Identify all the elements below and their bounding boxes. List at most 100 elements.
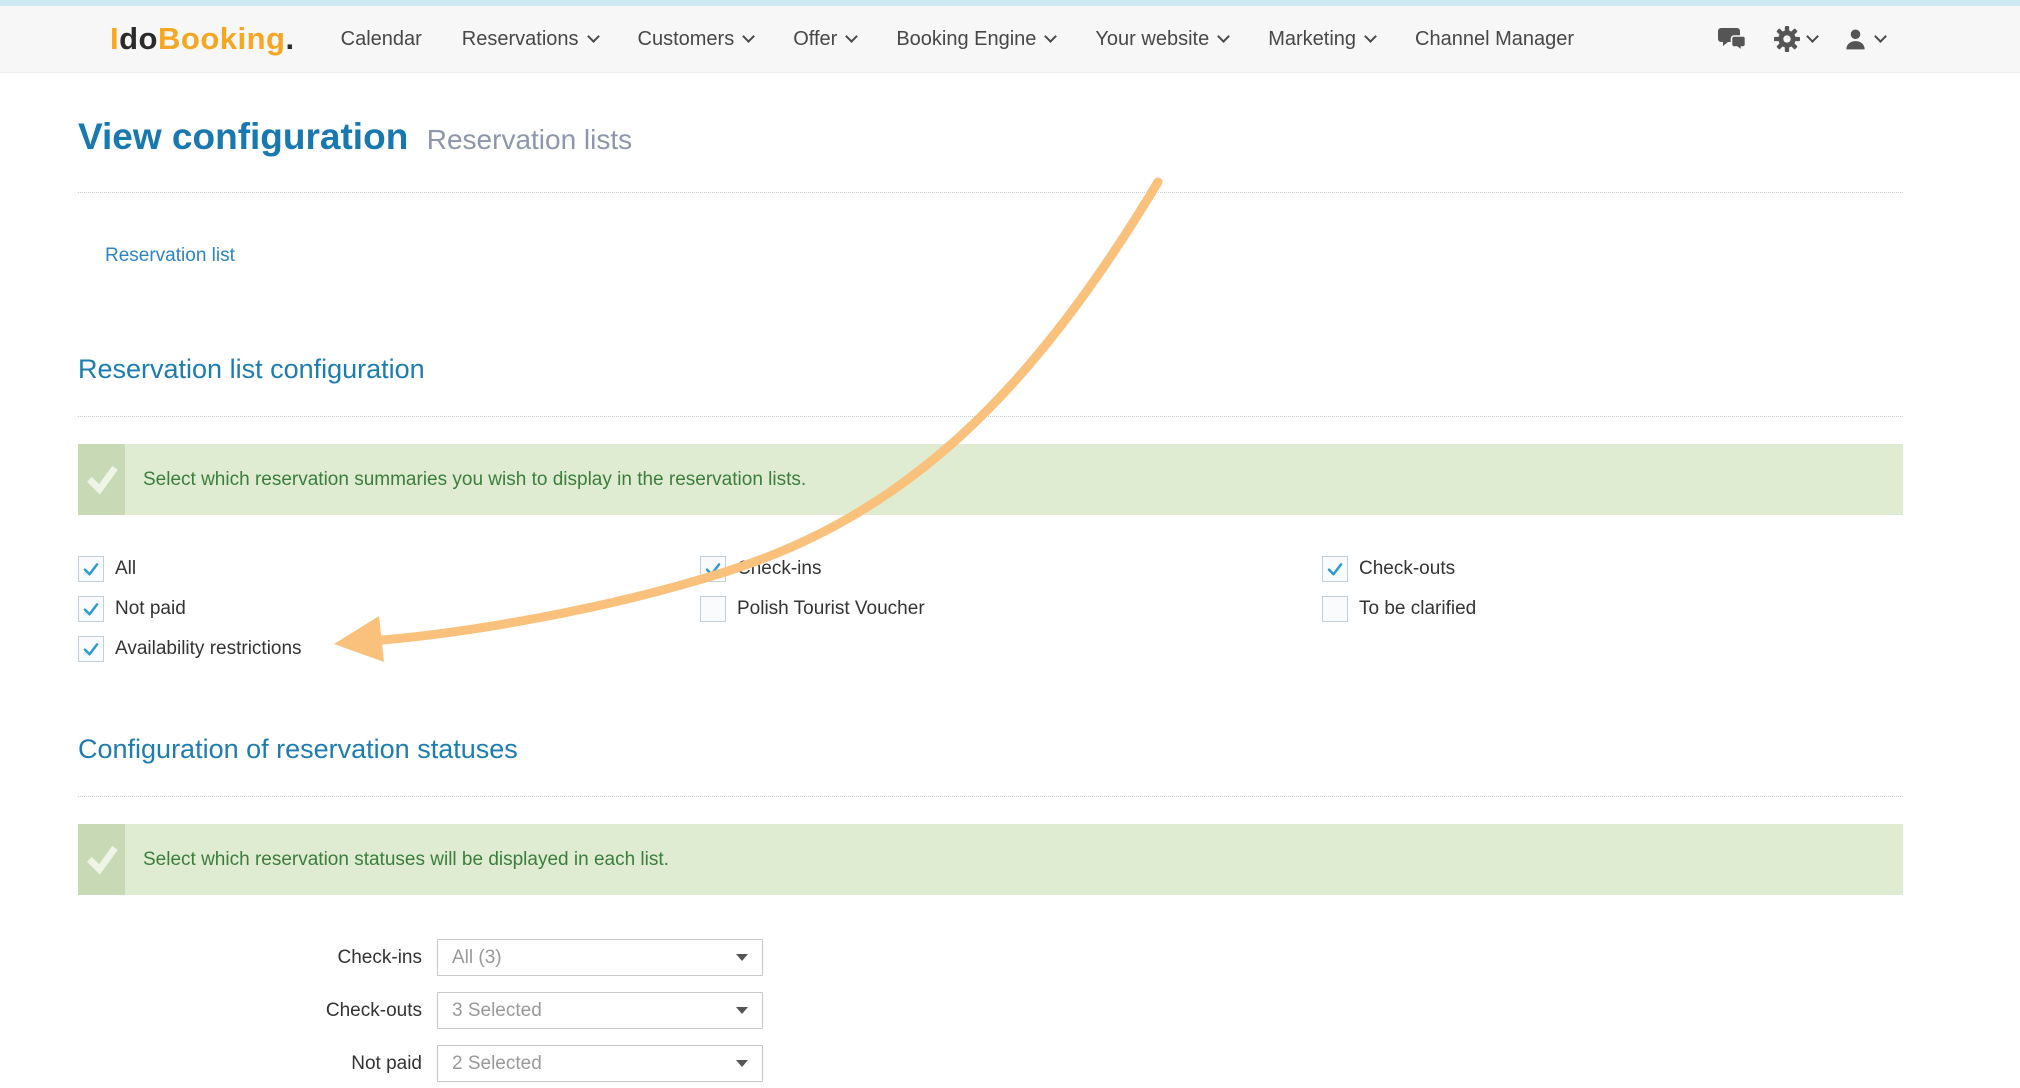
divider <box>78 192 1903 193</box>
logo-part: do <box>119 21 158 56</box>
checkbox-row: Check-outs <box>1322 556 1903 582</box>
banner-text: Select which reservation statuses will b… <box>125 824 669 895</box>
checkbox-row: To be clarified <box>1322 596 1903 622</box>
nav-item-your-website[interactable]: Your website <box>1095 28 1228 51</box>
checkbox-label: Polish Tourist Voucher <box>737 598 925 620</box>
nav-items: Calendar Reservations Customers Offer Bookin… <box>341 28 1574 51</box>
info-banner-statuses: Select which reservation statuses will b… <box>78 824 1903 895</box>
checkmark-icon <box>82 600 100 618</box>
dropdown-not-paid[interactable]: 2 Selected <box>437 1045 763 1082</box>
checkbox-label: To be clarified <box>1359 598 1476 620</box>
dropdown-value: 2 Selected <box>452 1053 542 1075</box>
checkbox-column: Check-ins Polish Tourist Voucher <box>700 556 1322 676</box>
checkbox-row: Not paid <box>78 596 700 622</box>
nav-item-customers[interactable]: Customers <box>638 28 754 51</box>
divider <box>78 796 1903 797</box>
chevron-down-icon <box>742 30 755 43</box>
chevron-down-icon <box>587 30 600 43</box>
settings-button[interactable] <box>1774 26 1817 52</box>
dropdown-caret-icon <box>736 1060 748 1067</box>
dropdown-check-ins[interactable]: All (3) <box>437 939 763 976</box>
nav-item-label: Channel Manager <box>1415 28 1574 51</box>
logo[interactable]: IdoBooking. <box>110 21 295 57</box>
dropdown-caret-icon <box>736 1007 748 1014</box>
main-content: View configuration Reservation lists Res… <box>78 117 1903 1082</box>
checkbox-not-paid[interactable] <box>78 596 104 622</box>
status-row: Check-outs 3 Selected <box>78 992 1903 1029</box>
checkmark-icon <box>82 560 100 578</box>
chevron-down-icon <box>1874 30 1887 43</box>
nav-item-booking-engine[interactable]: Booking Engine <box>896 28 1055 51</box>
banner-checkmark-icon <box>78 824 125 895</box>
top-navbar: IdoBooking. Calendar Reservations Customer… <box>0 6 2020 73</box>
dropdown-label: Check-ins <box>78 947 422 969</box>
checkbox-column: All Not paid Availability restrictions <box>78 556 700 676</box>
nav-item-label: Booking Engine <box>896 28 1036 51</box>
messages-button[interactable] <box>1718 26 1748 52</box>
nav-item-offer[interactable]: Offer <box>793 28 856 51</box>
checkbox-label: All <box>115 558 136 580</box>
chevron-down-icon <box>1364 30 1377 43</box>
section-heading-statuses: Configuration of reservation statuses <box>78 733 1903 766</box>
nav-item-label: Offer <box>793 28 837 51</box>
nav-item-label: Marketing <box>1268 28 1356 51</box>
nav-item-label: Your website <box>1095 28 1209 51</box>
checkbox-to-be-clarified[interactable] <box>1322 596 1348 622</box>
nav-item-channel-manager[interactable]: Channel Manager <box>1415 28 1574 51</box>
divider <box>78 416 1903 417</box>
checkbox-all[interactable] <box>78 556 104 582</box>
chevron-down-icon <box>1045 30 1058 43</box>
chevron-down-icon <box>845 30 858 43</box>
checkbox-polish-tourist-voucher[interactable] <box>700 596 726 622</box>
section-heading-summaries: Reservation list configuration <box>78 353 1903 386</box>
dropdown-label: Not paid <box>78 1053 422 1075</box>
nav-item-calendar[interactable]: Calendar <box>341 28 422 51</box>
dropdown-value: All (3) <box>452 947 502 969</box>
status-dropdowns: Check-ins All (3) Check-outs 3 Selected Not … <box>78 939 1903 1082</box>
checkmark-icon <box>704 560 722 578</box>
status-row: Not paid 2 Selected <box>78 1045 1903 1082</box>
checkbox-label: Not paid <box>115 598 186 620</box>
page-title: View configuration <box>78 116 408 157</box>
nav-item-label: Calendar <box>341 28 422 51</box>
nav-item-label: Customers <box>638 28 735 51</box>
settings-icon <box>1774 26 1800 52</box>
dropdown-caret-icon <box>736 954 748 961</box>
tab-reservation-list[interactable]: Reservation list <box>105 245 235 267</box>
logo-part: I <box>110 21 119 56</box>
chevron-down-icon <box>1217 30 1230 43</box>
checkbox-row: Check-ins <box>700 556 1322 582</box>
banner-checkmark-icon <box>78 444 125 515</box>
chevron-down-icon <box>1806 30 1819 43</box>
dropdown-value: 3 Selected <box>452 1000 542 1022</box>
checkbox-row: Polish Tourist Voucher <box>700 596 1322 622</box>
page-subtitle: Reservation lists <box>427 124 632 155</box>
nav-icons <box>1718 26 1885 52</box>
dropdown-label: Check-outs <box>78 1000 422 1022</box>
logo-part: . <box>286 21 295 56</box>
checkbox-row: Availability restrictions <box>78 636 700 662</box>
title-row: View configuration Reservation lists <box>78 117 1903 165</box>
info-banner-summaries: Select which reservation summaries you w… <box>78 444 1903 515</box>
account-icon <box>1843 27 1868 52</box>
checkbox-check-ins[interactable] <box>700 556 726 582</box>
checkmark-icon <box>82 640 100 658</box>
checkbox-label: Availability restrictions <box>115 638 302 660</box>
dropdown-check-outs[interactable]: 3 Selected <box>437 992 763 1029</box>
checkbox-availability-restrictions[interactable] <box>78 636 104 662</box>
nav-item-label: Reservations <box>462 28 579 51</box>
checkbox-label: Check-outs <box>1359 558 1455 580</box>
checkbox-label: Check-ins <box>737 558 821 580</box>
checkbox-column: Check-outs To be clarified <box>1322 556 1903 676</box>
nav-item-reservations[interactable]: Reservations <box>462 28 598 51</box>
nav-item-marketing[interactable]: Marketing <box>1268 28 1375 51</box>
checkbox-grid: All Not paid Availability restrictions Che… <box>78 556 1903 676</box>
account-button[interactable] <box>1843 27 1885 52</box>
logo-part: Booking <box>158 21 286 56</box>
messages-icon <box>1718 26 1748 52</box>
checkmark-icon <box>1326 560 1344 578</box>
banner-text: Select which reservation summaries you w… <box>125 444 806 515</box>
checkbox-row: All <box>78 556 700 582</box>
checkbox-check-outs[interactable] <box>1322 556 1348 582</box>
status-row: Check-ins All (3) <box>78 939 1903 976</box>
